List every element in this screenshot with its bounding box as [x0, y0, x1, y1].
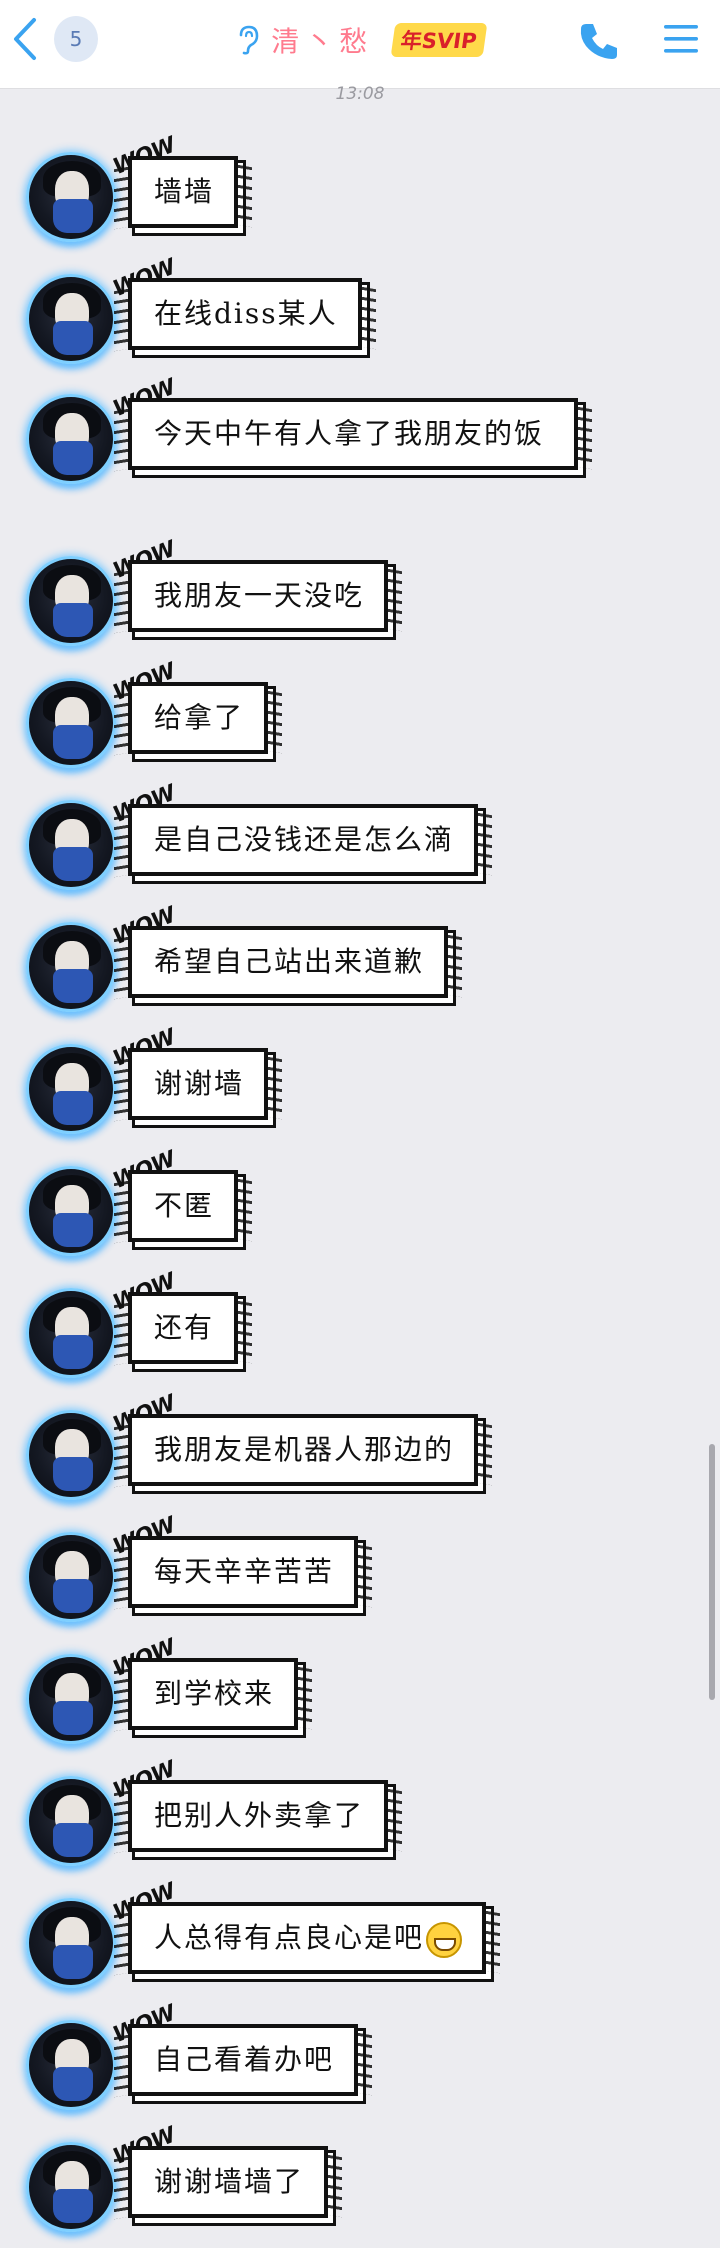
avatar-image [26, 1898, 116, 1988]
message-row: WOW谢谢墙 [24, 1025, 664, 1142]
message-bubble[interactable]: 到学校来 [128, 1658, 299, 1730]
message-bubble[interactable]: 是自己没钱还是怎么滴 [128, 804, 479, 876]
sender-avatar[interactable] [24, 392, 116, 484]
message-bubble[interactable]: 给拿了 [128, 682, 269, 754]
message-bubble[interactable]: 今天中午有人拿了我朋友的饭 [128, 398, 578, 470]
message-text: 我朋友一天没吃 [154, 579, 365, 612]
message-text: 谢谢墙 [154, 1067, 245, 1100]
avatar-image [26, 678, 116, 768]
ear-icon [239, 25, 259, 55]
sender-avatar[interactable] [24, 1042, 116, 1134]
sender-avatar[interactable] [24, 798, 116, 890]
sender-avatar[interactable] [24, 150, 116, 242]
message-bubble[interactable]: 人总得有点良心是吧 [128, 1902, 487, 1974]
message-text: 还有 [154, 1311, 215, 1344]
message-bubble[interactable]: 我朋友是机器人那边的 [128, 1414, 479, 1486]
message-row: WOW每天辛辛苦苦 [24, 1513, 664, 1630]
message-row: WOW把别人外卖拿了 [24, 1757, 664, 1874]
message-text: 每天辛辛苦苦 [154, 1555, 335, 1588]
sender-avatar[interactable] [24, 2140, 116, 2232]
message-row: WOW还有 [24, 1269, 664, 1386]
message-text: 自己看着办吧 [154, 2043, 335, 2076]
message-row: WOW今天中午有人拿了我朋友的饭 [24, 375, 664, 492]
avatar-image [26, 1044, 116, 1134]
message-text: 在线diss某人 [154, 297, 338, 330]
message-text: 人总得有点良心是吧 [154, 1921, 425, 1954]
scrollbar-thumb[interactable] [709, 1444, 715, 1700]
sender-avatar[interactable] [24, 1652, 116, 1744]
sender-avatar[interactable] [24, 1164, 116, 1256]
sender-avatar[interactable] [24, 2018, 116, 2110]
sender-avatar[interactable] [24, 1286, 116, 1378]
menu-icon [664, 25, 698, 53]
sender-avatar[interactable] [24, 1530, 116, 1622]
more-menu-button[interactable] [662, 22, 700, 56]
avatar-image [26, 2142, 116, 2232]
sender-avatar[interactable] [24, 272, 116, 364]
message-row: WOW谢谢墙墙了 [24, 2123, 664, 2240]
message-text: 谢谢墙墙了 [154, 2165, 305, 2198]
sender-avatar[interactable] [24, 676, 116, 768]
message-row: WOW在线diss某人 [24, 255, 664, 372]
avatar-image [26, 274, 116, 364]
avatar-image [26, 922, 116, 1012]
sender-avatar[interactable] [24, 920, 116, 1012]
grin-emoji-icon [426, 1921, 463, 1958]
avatar-image [26, 556, 116, 646]
message-text: 把别人外卖拿了 [154, 1799, 365, 1832]
chat-header: 5 清丶愁 年SVIP [0, 0, 720, 88]
avatar-image [26, 1654, 116, 1744]
message-text: 给拿了 [154, 701, 245, 734]
message-row: WOW到学校来 [24, 1635, 664, 1752]
avatar-image [26, 800, 116, 890]
message-bubble[interactable]: 把别人外卖拿了 [128, 1780, 389, 1852]
message-bubble[interactable]: 谢谢墙墙了 [128, 2146, 329, 2218]
avatar-image [26, 2020, 116, 2110]
message-bubble[interactable]: 自己看着办吧 [128, 2024, 359, 2096]
message-row: WOW自己看着办吧 [24, 2001, 664, 2118]
message-row: WOW我朋友一天没吃 [24, 537, 664, 654]
message-row: WOW不匿 [24, 1147, 664, 1264]
message-bubble[interactable]: 每天辛辛苦苦 [128, 1536, 359, 1608]
contact-name: 清丶愁 [271, 25, 374, 58]
message-text: 我朋友是机器人那边的 [154, 1433, 455, 1466]
message-text: 今天中午有人拿了我朋友的饭 [154, 417, 545, 450]
avatar-image [26, 1776, 116, 1866]
message-text: 希望自己站出来道歉 [154, 945, 425, 978]
svip-badge: 年SVIP [390, 23, 488, 57]
avatar-image [26, 394, 116, 484]
sender-avatar[interactable] [24, 1408, 116, 1500]
message-row: WOW希望自己站出来道歉 [24, 903, 664, 1020]
avatar-image [26, 152, 116, 242]
sender-avatar[interactable] [24, 1774, 116, 1866]
message-timestamp: 13:08 [335, 84, 385, 104]
message-bubble[interactable]: 希望自己站出来道歉 [128, 926, 449, 998]
message-row: WOW墙墙 [24, 133, 664, 250]
message-text: 到学校来 [154, 1677, 275, 1710]
message-bubble[interactable]: 不匿 [128, 1170, 239, 1242]
message-row: WOW我朋友是机器人那边的 [24, 1391, 664, 1508]
avatar-image [26, 1288, 116, 1378]
message-bubble[interactable]: 墙墙 [128, 156, 239, 228]
message-bubble[interactable]: 我朋友一天没吃 [128, 560, 389, 632]
phone-icon [580, 24, 617, 59]
avatar-image [26, 1410, 116, 1500]
message-row: WOW人总得有点良心是吧 [24, 1879, 664, 1996]
message-text: 墙墙 [154, 175, 215, 208]
sender-avatar[interactable] [24, 554, 116, 646]
message-bubble[interactable]: 还有 [128, 1292, 239, 1364]
sender-avatar[interactable] [24, 1896, 116, 1988]
message-text: 不匿 [154, 1189, 215, 1222]
message-text: 是自己没钱还是怎么滴 [154, 823, 455, 856]
message-bubble[interactable]: 谢谢墙 [128, 1048, 269, 1120]
message-row: WOW给拿了 [24, 659, 664, 776]
call-button[interactable] [576, 18, 622, 64]
message-bubble[interactable]: 在线diss某人 [128, 278, 362, 350]
avatar-image [26, 1166, 116, 1256]
avatar-image [26, 1532, 116, 1622]
message-row: WOW是自己没钱还是怎么滴 [24, 781, 664, 898]
